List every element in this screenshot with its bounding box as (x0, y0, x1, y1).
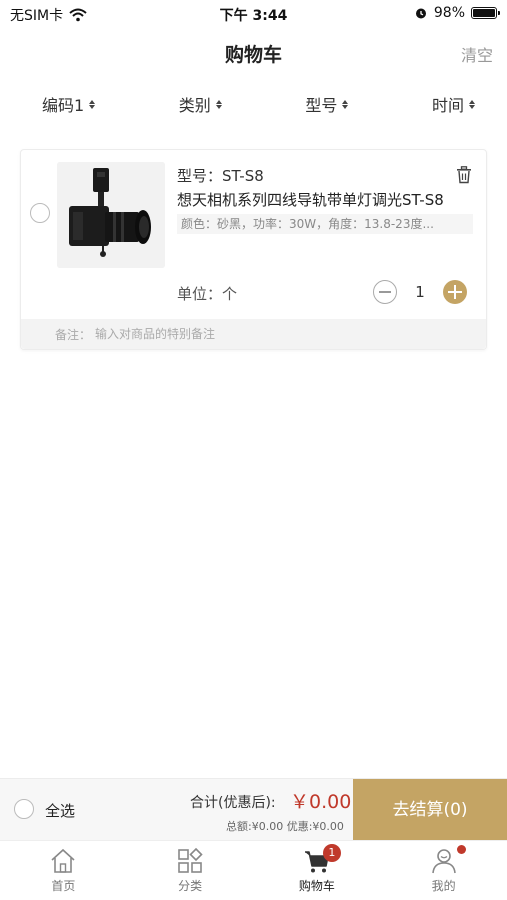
battery-icon (471, 7, 500, 19)
status-bar: 无SIM卡 下午 3:44 98% (0, 0, 507, 28)
item-title[interactable]: 想天相机系列四线导轨带单灯调光ST-S8 (177, 189, 444, 210)
sub-totals: 总额:¥0.00 优惠:¥0.00 (226, 820, 344, 833)
select-all-label[interactable]: 全选 (45, 800, 75, 821)
category-icon (178, 847, 203, 873)
tab-mine[interactable]: 我的 (380, 841, 507, 900)
product-image[interactable] (57, 162, 165, 268)
alarm-icon (415, 8, 426, 19)
camera-spotlight-icon (57, 162, 165, 268)
sort-code[interactable]: 编码1 (42, 86, 96, 122)
item-spec: 颜色：砂黑，功率：30W，角度：13.8-23度... (177, 214, 473, 234)
tab-category[interactable]: 分类 (127, 841, 254, 900)
user-icon (431, 849, 456, 874)
sort-arrows-icon (468, 99, 475, 109)
increase-button[interactable] (443, 280, 467, 304)
home-icon (51, 848, 75, 873)
trash-icon[interactable] (456, 166, 472, 184)
sort-arrows-icon (89, 99, 96, 109)
cart-badge: 1 (322, 844, 341, 862)
remark-label: 备注： (55, 328, 92, 342)
sort-bar: 编码1 类别 型号 时间 (0, 86, 507, 122)
select-all-radio[interactable] (14, 799, 34, 819)
cart-item-card: 型号：ST-S8 想天相机系列四线导轨带单灯调光ST-S8 颜色：砂黑，功率：3… (20, 149, 487, 350)
sort-code-label: 编码1 (42, 96, 85, 115)
cart-icon-wrap: 1 (303, 844, 341, 875)
tab-home-label: 首页 (51, 879, 76, 893)
remark-input[interactable] (95, 324, 475, 344)
user-icon-wrap (430, 845, 466, 875)
tab-cart-label: 购物车 (298, 879, 335, 893)
tab-cart[interactable]: 1 购物车 (254, 841, 381, 900)
tab-mine-label: 我的 (431, 879, 456, 893)
sort-category[interactable]: 类别 (179, 86, 222, 122)
total-value: ￥0.00 (290, 791, 352, 813)
notification-dot (456, 845, 466, 854)
item-select-radio[interactable] (30, 203, 50, 223)
sort-arrows-icon (215, 99, 222, 109)
sort-time-label: 时间 (431, 96, 464, 115)
battery-percent: 98% (433, 5, 465, 21)
sort-arrows-icon (342, 99, 349, 109)
sort-model-label: 型号 (305, 96, 338, 115)
page-title: 购物车 (224, 44, 282, 66)
nav-bar: 购物车 清空 (0, 28, 507, 76)
quantity-stepper: 1 (373, 280, 467, 304)
total-label: 合计(优惠后): (190, 795, 276, 811)
tab-bar: 首页 分类 1 购物车 我的 (0, 840, 507, 900)
item-unit: 单位：个 (177, 285, 238, 303)
tab-home[interactable]: 首页 (0, 841, 127, 900)
decrease-button[interactable] (373, 280, 397, 304)
checkout-bar: 全选 合计(优惠后): ￥0.00 总额:¥0.00 优惠:¥0.00 去结算(… (0, 778, 507, 841)
sort-time[interactable]: 时间 (432, 86, 475, 122)
status-right: 98% (414, 5, 500, 21)
quantity-value: 1 (415, 283, 425, 301)
checkout-button[interactable]: 去结算(0) (353, 779, 507, 841)
sort-model[interactable]: 型号 (305, 86, 349, 122)
clear-button[interactable]: 清空 (461, 42, 493, 66)
remark-row: 备注： (21, 319, 486, 349)
tab-category-label: 分类 (178, 879, 203, 893)
item-model: 型号：ST-S8 (177, 167, 264, 185)
sort-category-label: 类别 (178, 96, 211, 115)
